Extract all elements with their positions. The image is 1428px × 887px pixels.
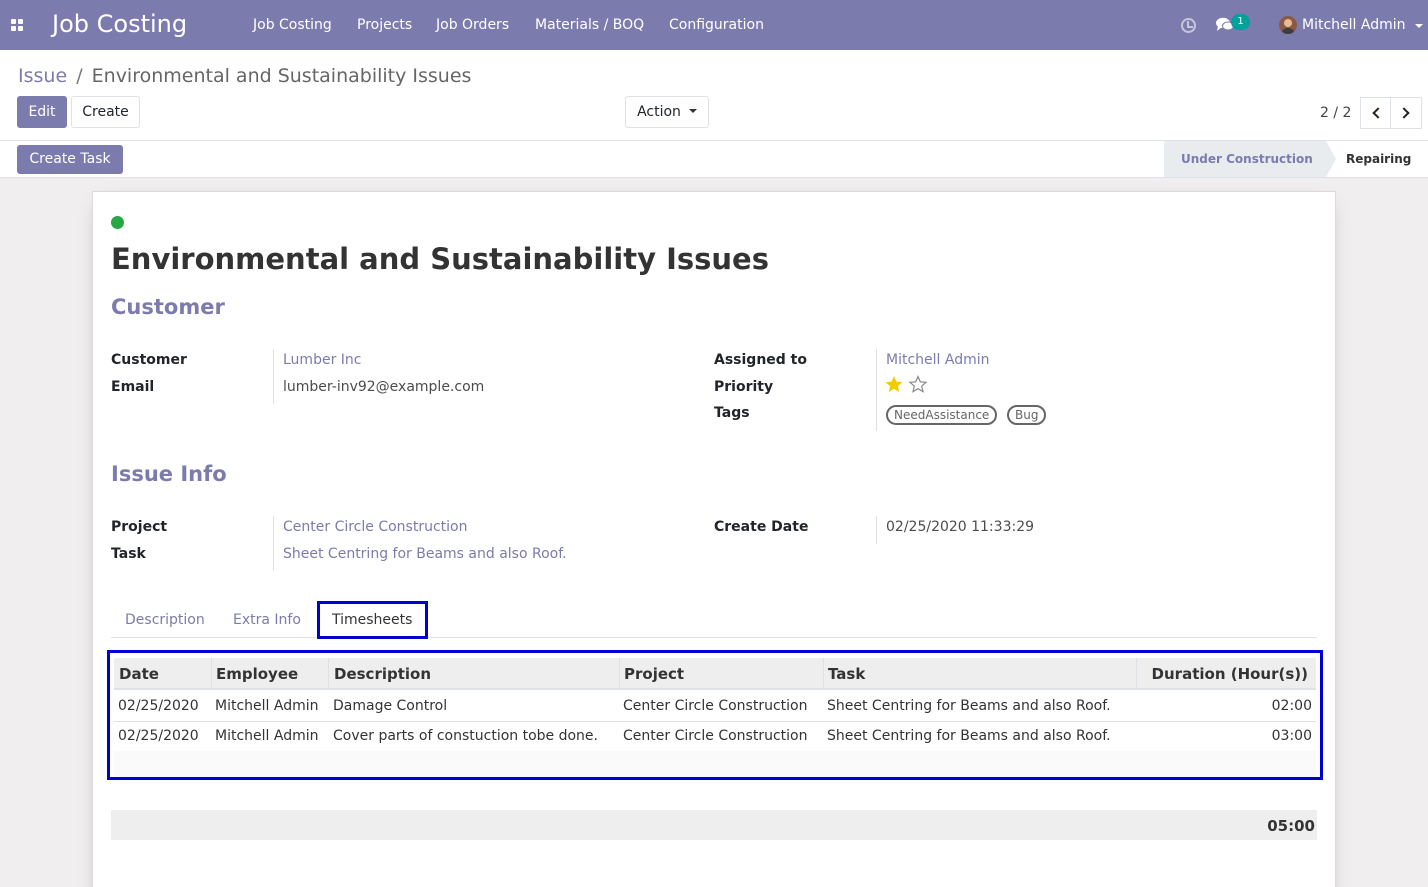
column-divider: [211, 658, 212, 690]
chevron-right-icon: [1398, 107, 1410, 119]
tabs-divider: [111, 637, 1317, 638]
cell-description: Cover parts of constuction tobe done.: [333, 728, 598, 744]
activity-clock-icon[interactable]: [1181, 18, 1196, 33]
total-duration: 05:00: [1267, 817, 1315, 835]
breadcrumb-issue-link[interactable]: Issue: [18, 65, 67, 87]
status-bar: Create Task Under Construction Repairing: [0, 141, 1428, 178]
email-value: lumber-inv92@example.com: [283, 379, 485, 395]
cell-description: Damage Control: [333, 698, 448, 714]
tab-description[interactable]: Description: [125, 612, 205, 628]
customer-link[interactable]: Lumber Inc: [283, 352, 361, 368]
priority-widget: [885, 374, 929, 399]
stage-arrow: [1326, 141, 1336, 177]
edit-button[interactable]: Edit: [17, 96, 67, 128]
record-title: Environmental and Sustainability Issues: [111, 242, 769, 276]
user-menu-name[interactable]: Mitchell Admin: [1302, 17, 1406, 33]
menu-job-costing[interactable]: Job Costing: [253, 17, 332, 33]
task-link[interactable]: Sheet Centring for Beams and also Roof.: [283, 546, 567, 562]
assigned-to-label: Assigned to: [714, 352, 807, 368]
create-date-label: Create Date: [714, 519, 809, 535]
table-row[interactable]: 02/25/2020 Mitchell Admin Damage Control…: [114, 692, 1316, 722]
app-title: Job Costing: [52, 10, 188, 38]
column-date[interactable]: Date: [119, 665, 159, 683]
tab-timesheets-label[interactable]: Timesheets: [332, 612, 412, 628]
table-empty-row: [114, 751, 1316, 777]
cell-employee: Mitchell Admin: [215, 728, 319, 744]
column-duration[interactable]: Duration (Hour(s)): [1152, 665, 1308, 683]
project-link[interactable]: Center Circle Construction: [283, 519, 467, 535]
field-divider: [876, 516, 877, 544]
caret-down-icon[interactable]: [1415, 24, 1423, 28]
tags-label: Tags: [714, 405, 750, 421]
email-label: Email: [111, 379, 155, 395]
cell-duration: 03:00: [1271, 728, 1312, 744]
tag-badge: NeedAssistance: [886, 405, 998, 425]
star-empty-icon[interactable]: [908, 374, 928, 393]
menu-configuration[interactable]: Configuration: [669, 17, 764, 33]
avatar[interactable]: [1279, 16, 1297, 34]
chevron-left-icon: [1372, 107, 1384, 119]
cell-project: Center Circle Construction: [623, 728, 808, 744]
section-customer-heading: Customer: [111, 295, 225, 319]
section-issue-info-heading: Issue Info: [111, 462, 227, 486]
field-divider: [273, 349, 274, 404]
breadcrumb: Issue / Environmental and Sustainability…: [18, 65, 471, 87]
action-label: Action: [637, 104, 681, 120]
column-divider: [823, 658, 824, 690]
create-button[interactable]: Create: [71, 96, 140, 128]
action-dropdown[interactable]: Action: [625, 96, 709, 128]
table-row[interactable]: 02/25/2020 Mitchell Admin Cover parts of…: [114, 722, 1316, 752]
pager-next-button[interactable]: [1390, 97, 1422, 129]
control-panel: Issue / Environmental and Sustainability…: [0, 50, 1428, 141]
column-employee[interactable]: Employee: [216, 665, 298, 683]
top-navbar: Job Costing Job Costing Projects Job Ord…: [0, 0, 1428, 50]
column-divider: [619, 658, 620, 690]
stage-under-construction[interactable]: Under Construction: [1164, 141, 1326, 177]
menu-projects[interactable]: Projects: [357, 17, 412, 33]
create-date-value: 02/25/2020 11:33:29: [886, 519, 1035, 535]
column-divider: [328, 658, 329, 690]
cell-duration: 02:00: [1271, 698, 1312, 714]
column-divider: [1136, 658, 1137, 690]
chat-count-badge: 1: [1231, 14, 1250, 30]
pager-value: 2 / 2: [1320, 105, 1352, 121]
apps-menu-icon[interactable]: [11, 19, 24, 32]
customer-label: Customer: [111, 352, 187, 368]
pager-previous-button[interactable]: [1360, 97, 1392, 129]
project-label: Project: [111, 519, 168, 535]
menu-materials-boq[interactable]: Materials / BOQ: [535, 17, 644, 33]
timesheet-table: Date Employee Description Project Task D…: [107, 650, 1323, 780]
cell-task: Sheet Centring for Beams and also Roof.: [827, 728, 1111, 744]
field-divider: [876, 349, 877, 431]
chevron-down-icon: [688, 109, 697, 113]
timesheet-total-bar: 05:00: [111, 810, 1317, 840]
field-divider: [273, 516, 274, 571]
column-project[interactable]: Project: [624, 665, 684, 683]
priority-label: Priority: [714, 379, 774, 395]
create-task-button[interactable]: Create Task: [17, 145, 123, 174]
task-label: Task: [111, 546, 146, 562]
kanban-state-dot[interactable]: [111, 216, 124, 229]
tab-extra-info[interactable]: Extra Info: [233, 612, 301, 628]
cell-date: 02/25/2020: [118, 728, 199, 744]
cell-task: Sheet Centring for Beams and also Roof.: [827, 698, 1111, 714]
stage-repairing[interactable]: Repairing: [1346, 141, 1411, 177]
table-header: Date Employee Description Project Task D…: [114, 658, 1316, 690]
form-sheet: Environmental and Sustainability Issues …: [92, 191, 1336, 887]
column-task[interactable]: Task: [828, 665, 865, 683]
cell-date: 02/25/2020: [118, 698, 199, 714]
menu-job-orders[interactable]: Job Orders: [436, 17, 509, 33]
cell-employee: Mitchell Admin: [215, 698, 319, 714]
cell-project: Center Circle Construction: [623, 698, 808, 714]
assigned-to-link[interactable]: Mitchell Admin: [886, 352, 990, 368]
tag-badge: Bug: [1007, 405, 1047, 425]
breadcrumb-current: Environmental and Sustainability Issues: [91, 65, 472, 87]
star-filled-icon[interactable]: [885, 376, 903, 392]
column-description[interactable]: Description: [334, 665, 431, 683]
breadcrumb-separator: /: [76, 65, 83, 87]
